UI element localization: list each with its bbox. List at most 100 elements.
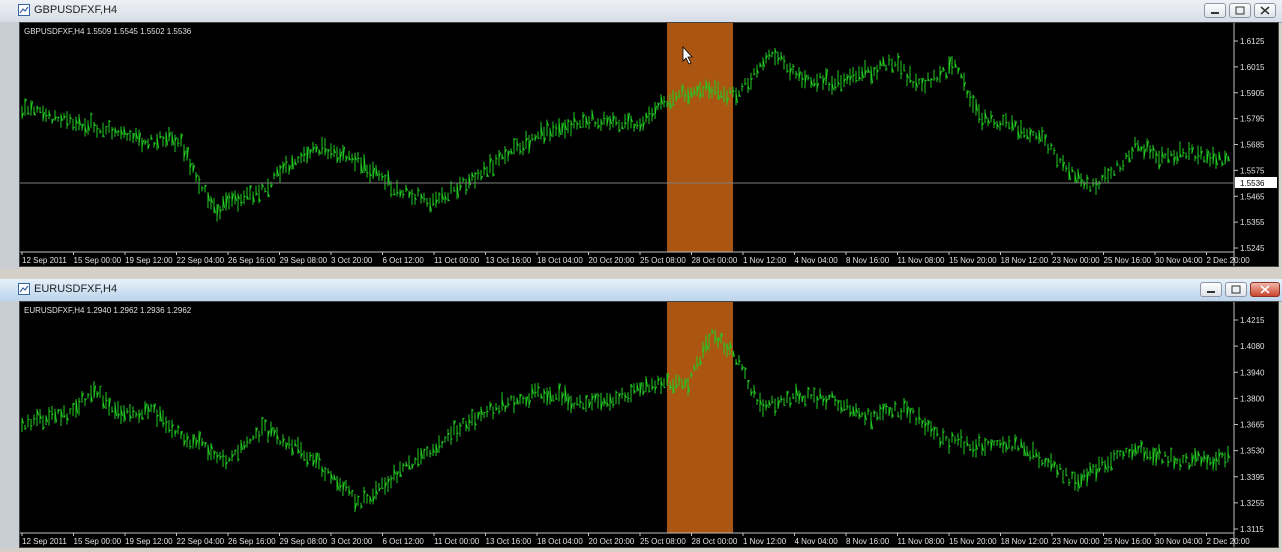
price-bar-tick	[1186, 156, 1188, 157]
price-axis-label: 1.4215	[1240, 316, 1265, 325]
close-icon	[1251, 283, 1279, 296]
price-bar-tick	[589, 122, 591, 123]
price-bar-tick	[439, 194, 441, 195]
price-bar-tick	[1009, 128, 1011, 129]
minimize-icon	[1205, 4, 1225, 17]
time-axis-label: 30 Nov 04:00	[1155, 256, 1203, 265]
close-button[interactable]	[1254, 3, 1276, 18]
gbpusd-titlebar[interactable]: GBPUSDFXF,H4	[0, 0, 1282, 23]
price-bar-tick	[1114, 454, 1116, 455]
price-bar-tick	[889, 60, 891, 61]
time-axis-label: 29 Sep 08:00	[280, 256, 328, 265]
time-axis-label: 18 Oct 04:00	[537, 537, 583, 546]
price-bar-tick	[106, 126, 108, 127]
time-axis-label: 13 Oct 16:00	[486, 537, 532, 546]
price-bar-tick	[25, 428, 27, 429]
price-bar-tick	[1060, 159, 1062, 160]
time-axis-label: 29 Sep 08:00	[280, 537, 328, 546]
eurusd-price-chart[interactable]: EURUSDFXF,H4 1.2940 1.2962 1.2936 1.2962…	[20, 302, 1278, 547]
price-bar-tick	[961, 437, 963, 438]
time-axis-label: 6 Oct 12:00	[383, 537, 425, 546]
window-frame-left	[0, 22, 19, 269]
price-axis-label: 1.6015	[1240, 63, 1265, 72]
highlight-region	[667, 302, 733, 533]
price-bar-tick	[898, 416, 900, 417]
time-axis-label: 28 Oct 00:00	[692, 256, 738, 265]
price-bar-tick	[772, 402, 774, 403]
price-bar-tick	[247, 442, 249, 443]
time-axis-label: 30 Nov 04:00	[1155, 537, 1203, 546]
price-bar-tick	[289, 444, 291, 445]
time-axis-label: 8 Nov 16:00	[846, 256, 890, 265]
price-axis-label: 1.3395	[1240, 473, 1265, 482]
time-axis-label: 15 Nov 20:00	[949, 256, 997, 265]
time-axis-label: 11 Oct 00:00	[434, 256, 480, 265]
price-bar-tick	[1030, 457, 1032, 458]
close-button[interactable]	[1250, 282, 1280, 297]
time-axis-label: 23 Nov 00:00	[1052, 256, 1100, 265]
price-axis-label: 1.5795	[1240, 115, 1265, 124]
price-bar-tick	[1225, 462, 1227, 463]
chart-window-icon	[18, 4, 30, 16]
price-axis-label: 1.3665	[1240, 421, 1265, 430]
price-axis-label: 1.5685	[1240, 141, 1265, 150]
price-axis-label: 1.5905	[1240, 89, 1265, 98]
price-bar-tick	[190, 446, 192, 447]
eurusd-titlebar[interactable]: EURUSDFXF,H4	[0, 279, 1282, 302]
price-bar-tick	[1177, 460, 1179, 461]
time-axis-label: 8 Nov 16:00	[846, 537, 890, 546]
eurusd-chart-window[interactable]: EURUSDFXF,H4 EURUSDFXF,H4 1.2940 1.2962 …	[0, 279, 1282, 548]
price-bar-tick	[178, 143, 180, 144]
maximize-button[interactable]	[1225, 282, 1247, 297]
price-axis-label: 1.3530	[1240, 447, 1265, 456]
price-bar-tick	[28, 113, 30, 114]
price-bar-tick	[604, 118, 606, 119]
highlight-region	[667, 23, 733, 252]
time-axis-label: 25 Nov 16:00	[1104, 256, 1152, 265]
price-bar-tick	[325, 469, 327, 470]
price-bar-tick	[100, 386, 102, 387]
maximize-icon	[1226, 283, 1246, 296]
price-bar-tick	[1039, 457, 1041, 458]
price-bar-tick	[901, 411, 903, 412]
price-bar-tick	[58, 117, 60, 118]
window-title: EURUSDFXF,H4	[34, 283, 117, 295]
time-axis-label: 22 Sep 04:00	[177, 537, 225, 546]
time-axis-label: 23 Nov 00:00	[1052, 537, 1100, 546]
time-axis-label: 19 Sep 12:00	[125, 256, 173, 265]
price-bar-tick	[52, 414, 54, 415]
price-bar-tick	[742, 86, 744, 87]
minimize-button[interactable]	[1204, 3, 1226, 18]
ohlc-bars	[22, 48, 1230, 222]
time-axis-label: 2 Dec 20:00	[1207, 537, 1251, 546]
eurusd-chart-area[interactable]: EURUSDFXF,H4 1.2940 1.2962 1.2936 1.2962…	[19, 301, 1279, 548]
time-axis-label: 18 Nov 12:00	[1001, 537, 1049, 546]
ohlc-bars	[22, 329, 1230, 512]
minimize-button[interactable]	[1200, 282, 1222, 297]
price-bar-tick	[574, 403, 576, 404]
time-axis-label: 19 Sep 12:00	[125, 537, 173, 546]
time-axis-label: 26 Sep 16:00	[228, 256, 276, 265]
gbpusd-chart-area[interactable]: GBPUSDFXF,H4 1.5509 1.5545 1.5502 1.5536…	[19, 22, 1279, 267]
price-bar-tick	[1093, 466, 1095, 467]
time-axis-label: 18 Nov 12:00	[1001, 256, 1049, 265]
time-axis-label: 20 Oct 20:00	[589, 256, 635, 265]
price-axis-label: 1.3800	[1240, 394, 1265, 403]
time-axis-label: 22 Sep 04:00	[177, 256, 225, 265]
time-axis-label: 15 Nov 20:00	[949, 537, 997, 546]
price-bar-tick	[556, 128, 558, 129]
time-axis-label: 25 Nov 16:00	[1104, 537, 1152, 546]
price-bar-tick	[382, 488, 384, 489]
gbpusd-price-chart[interactable]: GBPUSDFXF,H4 1.5509 1.5545 1.5502 1.5536…	[20, 23, 1278, 266]
time-axis-label: 11 Oct 00:00	[434, 537, 480, 546]
price-axis-label: 1.3115	[1240, 525, 1264, 534]
price-bar-tick	[553, 127, 555, 128]
window-frame-left	[0, 301, 19, 548]
maximize-button[interactable]	[1229, 3, 1251, 18]
time-axis-label: 15 Sep 00:00	[74, 537, 122, 546]
gbpusd-chart-window[interactable]: GBPUSDFXF,H4 GBPUSDFXF,H4 1.5509 1.5545 …	[0, 0, 1282, 269]
time-axis-label: 25 Oct 08:00	[640, 256, 686, 265]
price-bar-tick	[793, 398, 795, 399]
time-axis-label: 1 Nov 12:00	[743, 256, 787, 265]
price-bar-tick	[1189, 149, 1191, 150]
